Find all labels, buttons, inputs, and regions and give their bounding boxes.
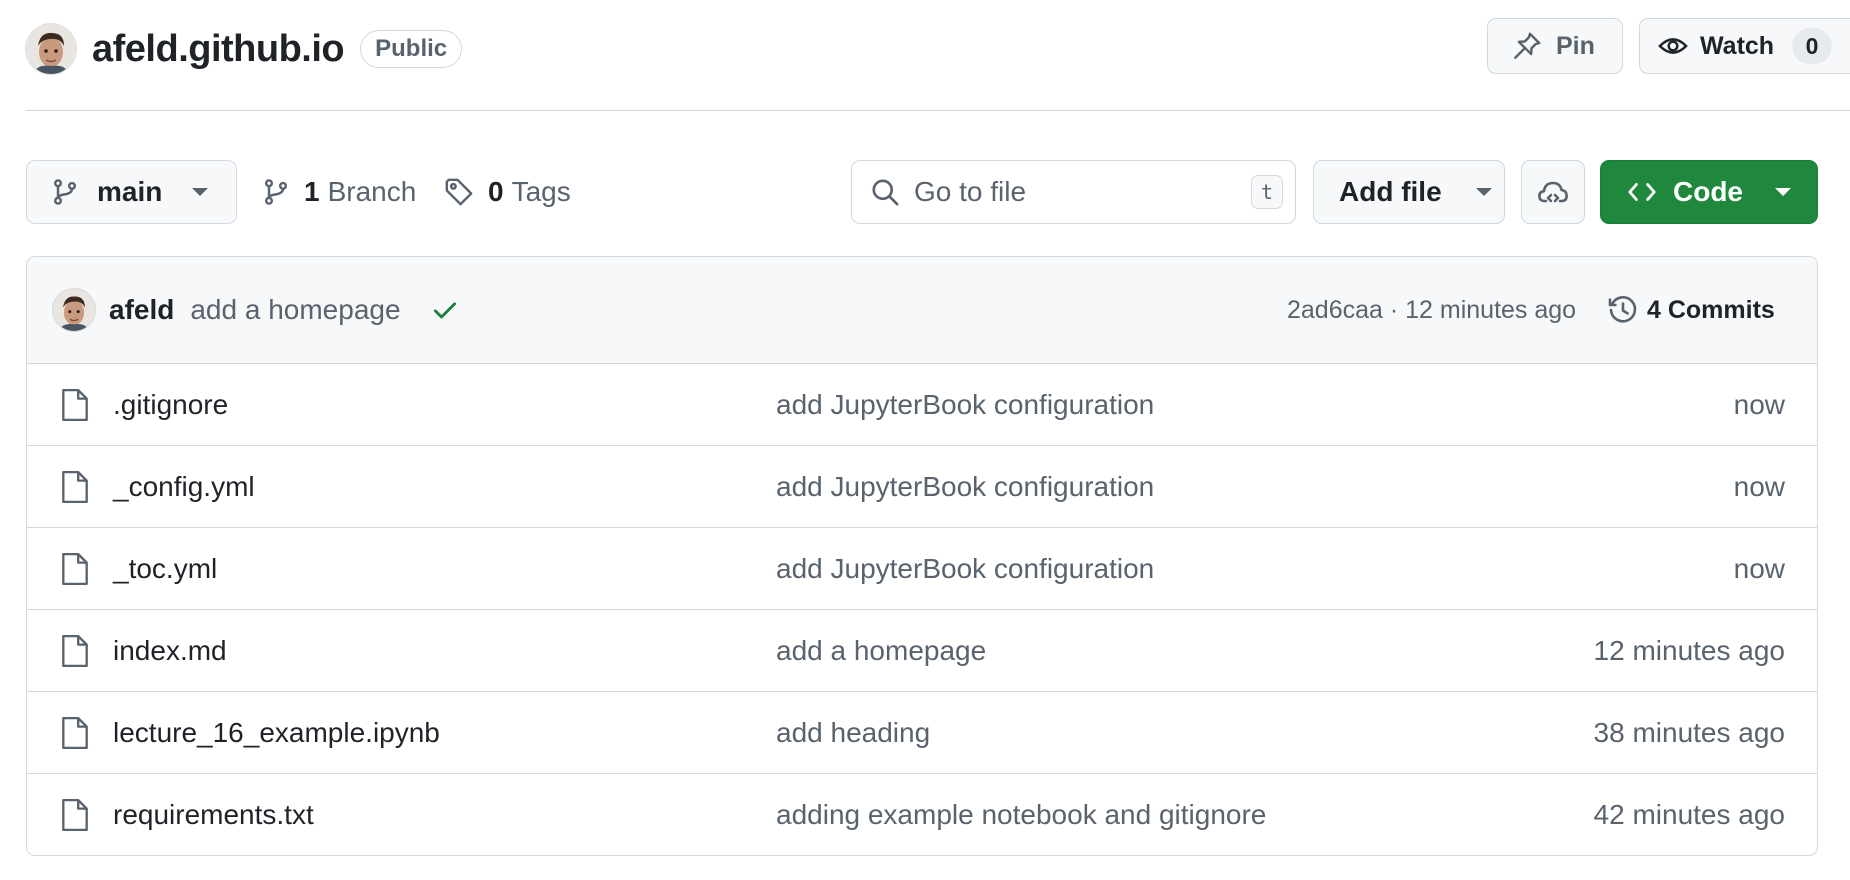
commit-author-avatar[interactable] [53, 289, 95, 331]
file-name[interactable]: _config.yml [113, 471, 255, 503]
code-label: Code [1673, 176, 1743, 207]
check-icon[interactable] [431, 296, 459, 324]
file-name[interactable]: .gitignore [113, 389, 228, 421]
header-divider [26, 110, 1850, 111]
commit-author[interactable]: afeld [109, 294, 174, 326]
git-branch-icon [51, 178, 79, 206]
tag-suffix: Tags [511, 176, 571, 207]
file-icon [60, 716, 90, 750]
code-button[interactable]: Code [1600, 160, 1818, 224]
repo-header-actions: Pin Watch 0 [1487, 18, 1850, 74]
file-name[interactable]: requirements.txt [113, 799, 314, 831]
shortcut-hint: t [1251, 175, 1283, 209]
tag-count: 0 [488, 176, 504, 207]
pin-button[interactable]: Pin [1487, 18, 1623, 74]
file-row[interactable]: requirements.txt adding example notebook… [27, 774, 1817, 855]
tags-link[interactable]: 0 Tags [444, 160, 571, 224]
file-commit-message[interactable]: add heading [776, 717, 930, 749]
branches-link[interactable]: 1 Branch [262, 160, 416, 224]
eye-icon [1658, 31, 1688, 61]
file-commit-message[interactable]: add JupyterBook configuration [776, 553, 1154, 585]
commit-hash-time[interactable]: 2ad6caa · 12 minutes ago [1287, 296, 1576, 325]
pin-label: Pin [1556, 31, 1595, 60]
commits-link[interactable]: 4 Commits [1607, 294, 1775, 326]
search-icon [870, 177, 900, 207]
code-icon [1627, 177, 1657, 207]
file-commit-message[interactable]: add a homepage [776, 635, 986, 667]
repo-page: afeld.github.io Public Pin Watch 0 main … [0, 0, 1850, 880]
codespaces-button[interactable] [1521, 160, 1585, 224]
commit-message[interactable]: add a homepage [190, 294, 400, 326]
file-commit-age: 38 minutes ago [1593, 716, 1785, 748]
branch-suffix: Branch [327, 176, 417, 207]
file-commit-message[interactable]: add JupyterBook configuration [776, 471, 1154, 503]
file-icon [60, 388, 90, 422]
file-row[interactable]: _toc.yml add JupyterBook configuration n… [27, 528, 1817, 610]
file-commit-age: 42 minutes ago [1593, 799, 1785, 830]
tag-icon [444, 177, 474, 207]
file-commit-message[interactable]: adding example notebook and gitignore [776, 799, 1266, 831]
cloud-icon [1537, 176, 1569, 208]
chevron-down-icon [192, 188, 209, 196]
pin-icon [1512, 31, 1542, 61]
file-name[interactable]: lecture_16_example.ipynb [113, 717, 440, 749]
chevron-down-icon [1775, 188, 1791, 196]
watch-label: Watch [1700, 31, 1775, 60]
file-name[interactable]: _toc.yml [113, 553, 217, 585]
commits-label: 4 Commits [1647, 295, 1775, 324]
file-commit-age: now [1733, 388, 1785, 420]
file-icon [60, 470, 90, 504]
add-file-label: Add file [1339, 176, 1442, 207]
watch-button[interactable]: Watch 0 [1639, 18, 1850, 74]
file-icon [60, 798, 90, 832]
file-icon [60, 552, 90, 586]
file-row[interactable]: index.md add a homepage 12 minutes ago [27, 610, 1817, 692]
latest-commit-bar: afeld add a homepage 2ad6caa · 12 minute… [27, 257, 1817, 364]
repo-header: afeld.github.io Public [26, 22, 463, 76]
file-row[interactable]: .gitignore add JupyterBook configuration… [27, 364, 1817, 446]
branch-name: main [97, 176, 163, 207]
branch-selector-button[interactable]: main [26, 160, 237, 224]
file-icon [60, 634, 90, 668]
file-row[interactable]: lecture_16_example.ipynb add heading 38 … [27, 692, 1817, 774]
go-to-file-search[interactable]: t [851, 160, 1296, 224]
file-commit-message[interactable]: add JupyterBook configuration [776, 389, 1154, 421]
history-icon [1607, 294, 1639, 326]
file-name[interactable]: index.md [113, 635, 227, 667]
branch-count: 1 [304, 176, 320, 207]
owner-avatar[interactable] [26, 24, 76, 74]
visibility-badge: Public [360, 30, 463, 68]
file-commit-age: now [1733, 552, 1785, 584]
file-table: afeld add a homepage 2ad6caa · 12 minute… [26, 256, 1818, 856]
file-row[interactable]: _config.yml add JupyterBook configuratio… [27, 446, 1817, 528]
chevron-down-icon [1475, 188, 1492, 196]
watch-count: 0 [1792, 28, 1833, 64]
add-file-button[interactable]: Add file [1313, 160, 1505, 224]
search-input[interactable] [914, 176, 1234, 208]
file-commit-age: now [1733, 470, 1785, 502]
file-commit-age: 12 minutes ago [1593, 634, 1785, 666]
git-branch-icon [262, 178, 290, 206]
repo-name[interactable]: afeld.github.io [92, 28, 345, 71]
